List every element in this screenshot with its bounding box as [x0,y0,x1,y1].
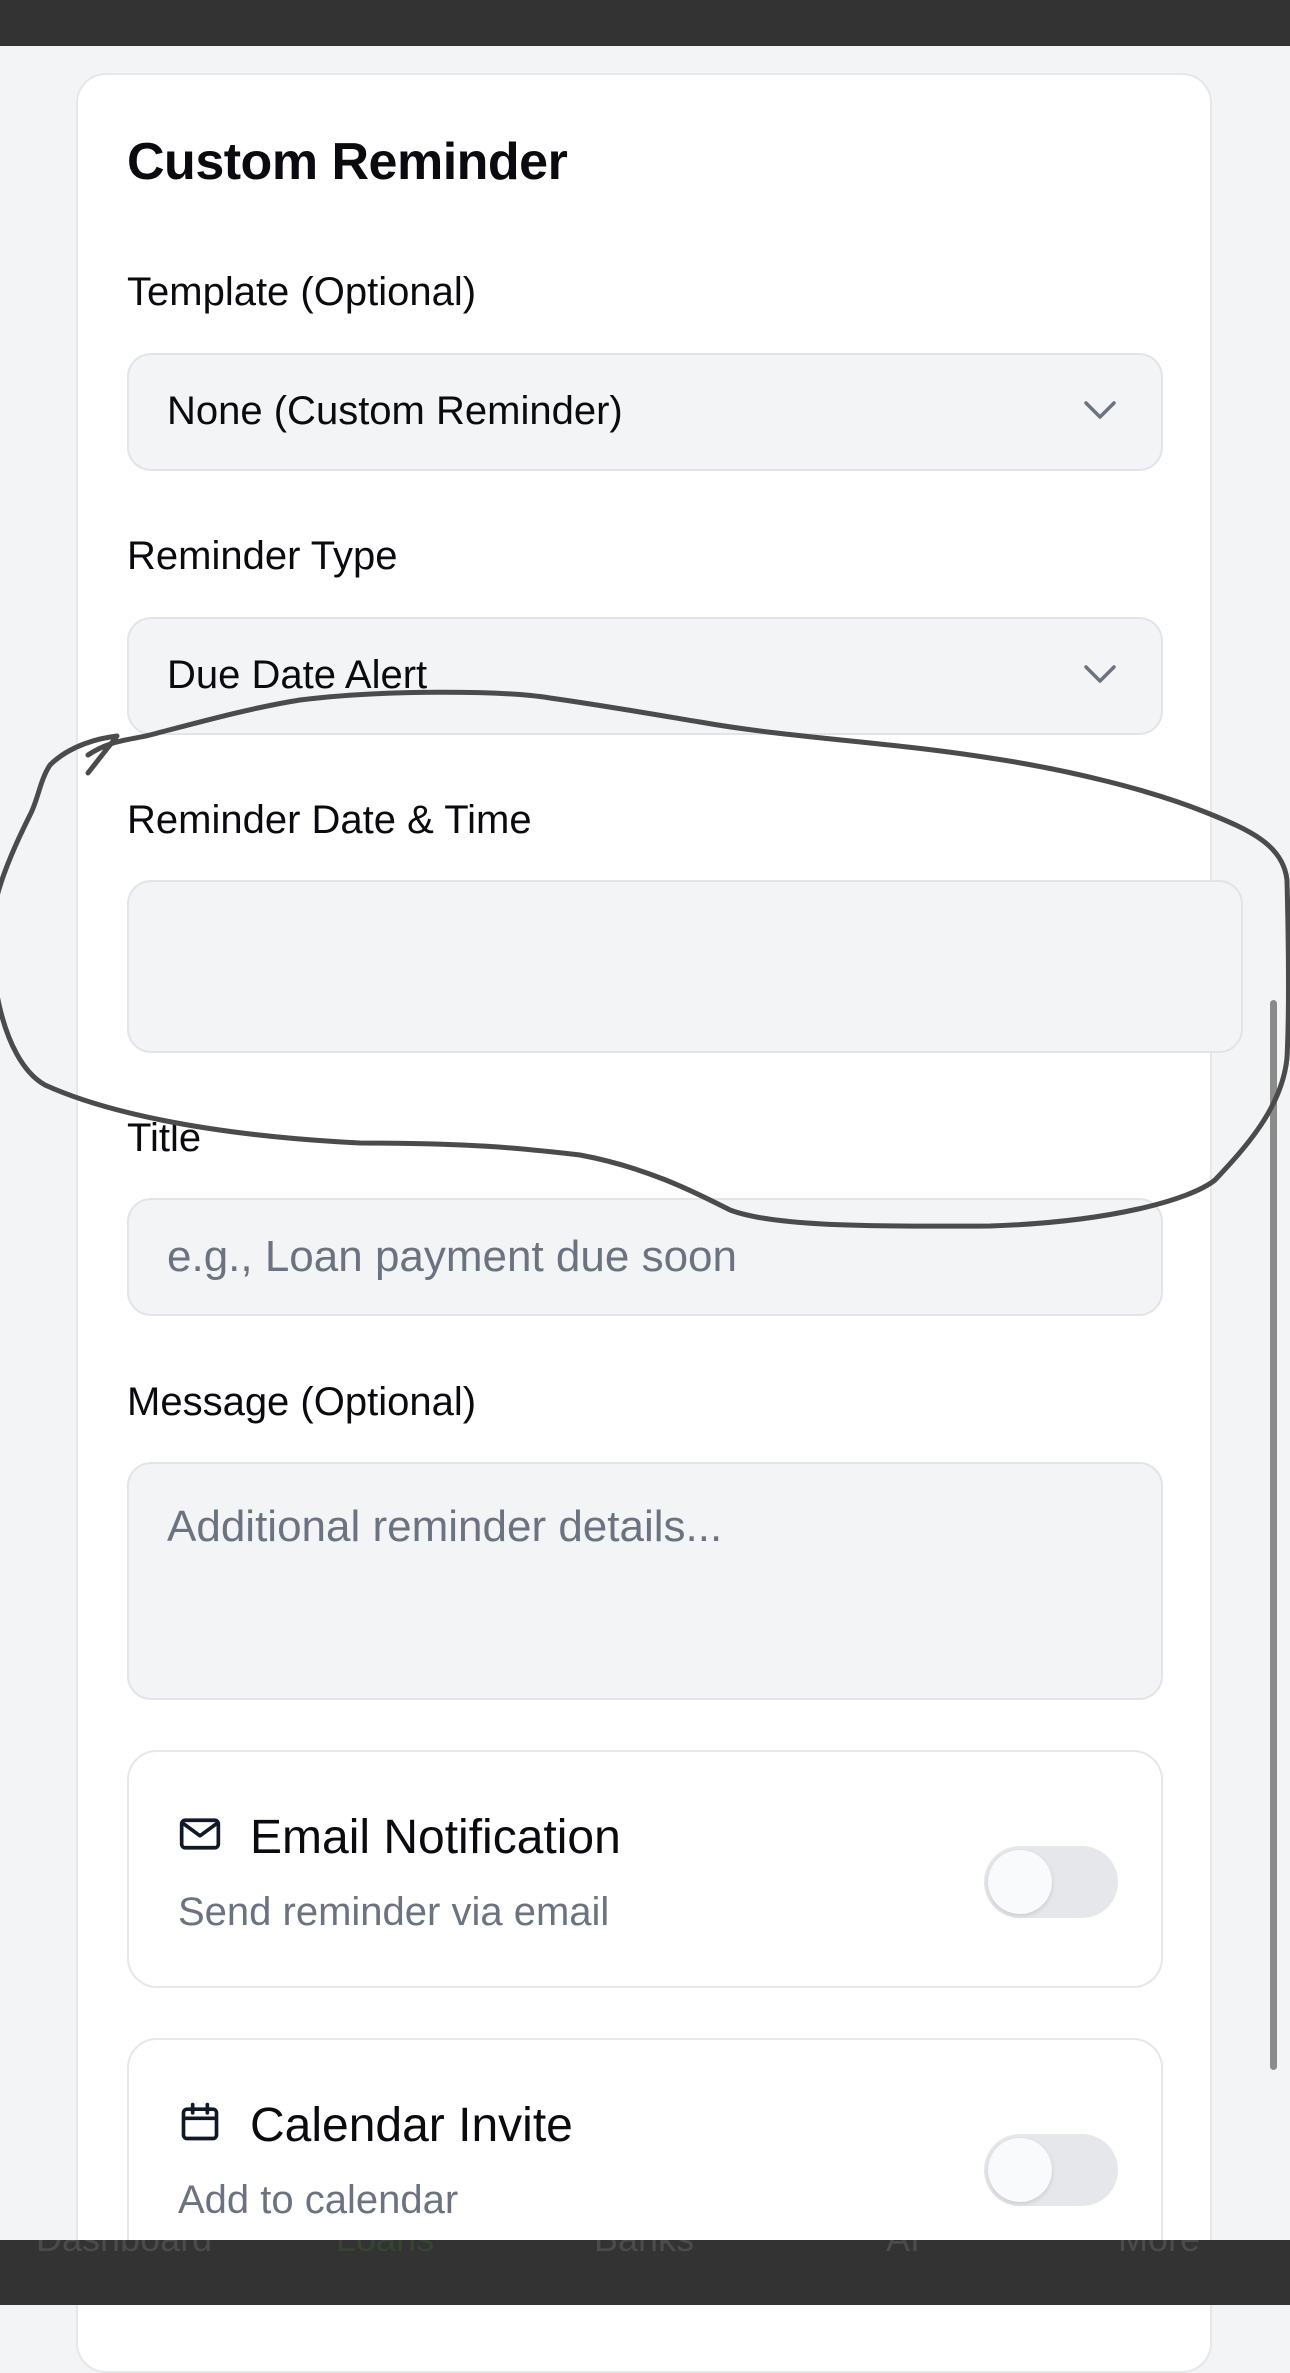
toggle-knob [988,1850,1052,1914]
nav-item-ai[interactable]: AI [886,2240,920,2260]
email-notification-subtitle: Send reminder via email [178,1890,610,1934]
title-input[interactable]: e.g., Loan payment due soon [127,1198,1163,1316]
email-notification-toggle[interactable] [984,1846,1118,1918]
calendar-invite-subtitle: Add to calendar [178,2178,459,2222]
nav-item-dashboard[interactable]: Dashboard [36,2240,212,2260]
calendar-invite-toggle[interactable] [984,2134,1118,2206]
nav-item-banks[interactable]: Banks [594,2240,694,2260]
toggle-knob [988,2138,1052,2202]
reminder-datetime-input[interactable] [127,880,1243,1053]
template-label: Template (Optional) [127,270,477,314]
reminder-type-select[interactable]: Due Date Alert [127,617,1163,735]
title-placeholder: e.g., Loan payment due soon [167,1232,737,1281]
nav-item-loans[interactable]: Loans [336,2240,434,2260]
chevron-down-icon [1084,401,1116,419]
chevron-down-icon [1084,665,1116,683]
message-placeholder: Additional reminder details... [167,1502,723,1551]
template-select[interactable]: None (Custom Reminder) [127,353,1163,471]
message-label: Message (Optional) [127,1380,477,1424]
top-bar [0,0,1290,46]
mail-icon [179,1818,221,1850]
reminder-type-select-value: Due Date Alert [167,653,428,697]
reminder-type-label: Reminder Type [127,534,398,578]
email-notification-card: Email Notification Send reminder via ema… [127,1750,1163,1988]
email-notification-title: Email Notification [250,1811,621,1864]
reminder-datetime-label: Reminder Date & Time [127,798,532,842]
template-select-value: None (Custom Reminder) [167,389,623,433]
calendar-invite-title: Calendar Invite [250,2099,573,2152]
page-title: Custom Reminder [127,133,568,191]
scrollbar[interactable] [1270,1000,1277,2070]
nav-item-more[interactable]: More [1118,2240,1200,2260]
title-label: Title [127,1116,202,1160]
calendar-icon [181,2102,219,2141]
bottom-nav: Dashboard Loans Banks AI More [0,2240,1290,2305]
message-textarea[interactable]: Additional reminder details... [127,1462,1163,1700]
